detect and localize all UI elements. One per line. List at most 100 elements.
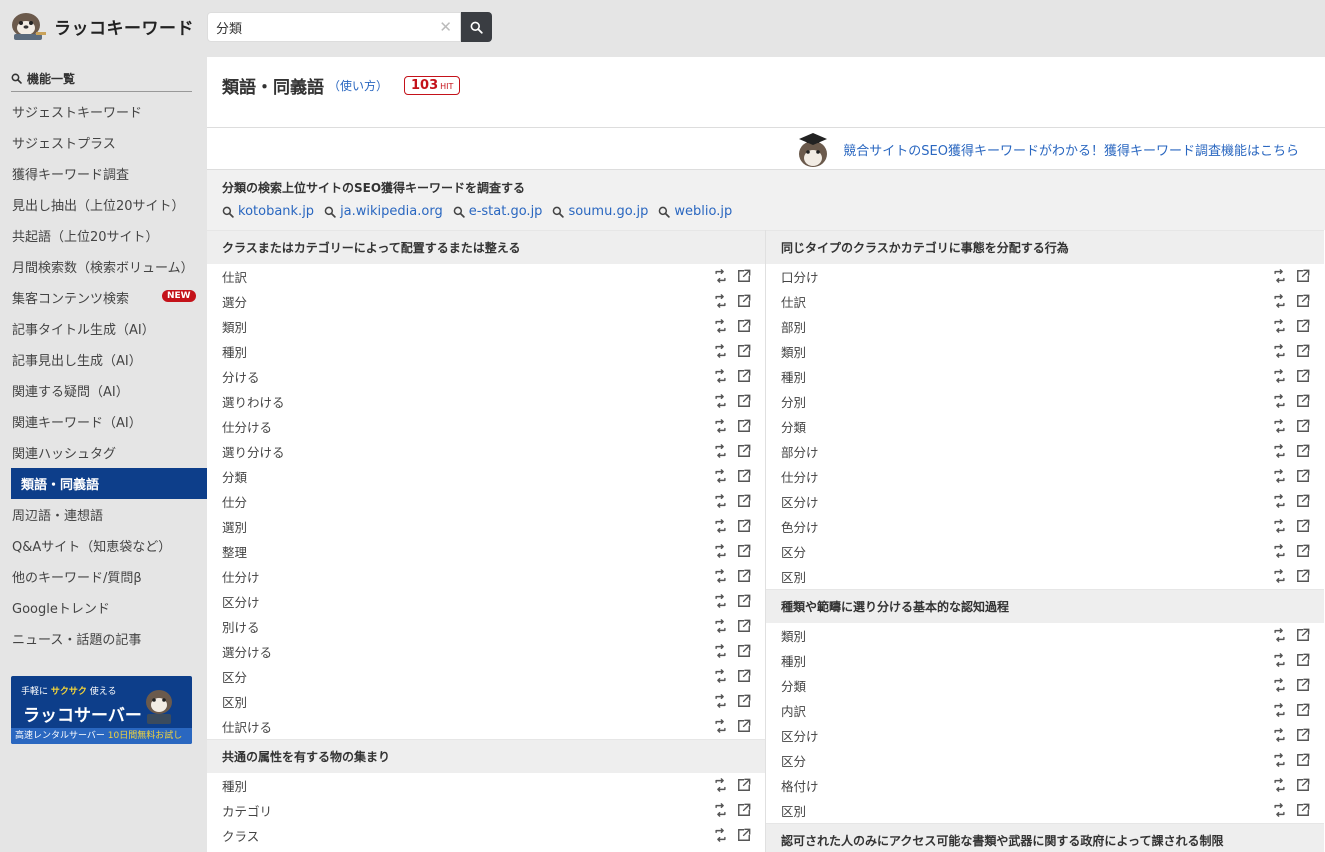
swap-icon[interactable] bbox=[1272, 294, 1287, 308]
external-link-icon[interactable] bbox=[1296, 269, 1310, 283]
sidebar-item[interactable]: 月間検索数（検索ボリューム） bbox=[0, 251, 207, 282]
sidebar-item[interactable]: Googleトレンド bbox=[0, 592, 207, 623]
swap-icon[interactable] bbox=[1272, 269, 1287, 283]
synonym-word[interactable]: 仕分ける bbox=[222, 417, 272, 436]
synonym-word[interactable]: 仕分け bbox=[781, 467, 819, 486]
sidebar-item[interactable]: 関連ハッシュタグ bbox=[0, 437, 207, 468]
synonym-word[interactable]: 類別 bbox=[781, 342, 806, 361]
synonym-word[interactable]: 類別 bbox=[781, 626, 806, 645]
external-link-icon[interactable] bbox=[737, 619, 751, 633]
swap-icon[interactable] bbox=[1272, 519, 1287, 533]
synonym-word[interactable]: 分類 bbox=[781, 417, 806, 436]
swap-icon[interactable] bbox=[1272, 369, 1287, 383]
sidebar-item[interactable]: 周辺語・連想語 bbox=[0, 499, 207, 530]
search-field[interactable]: ✕ bbox=[207, 12, 461, 42]
external-link-icon[interactable] bbox=[1296, 444, 1310, 458]
synonym-word[interactable]: 分ける bbox=[222, 367, 260, 386]
external-link-icon[interactable] bbox=[737, 419, 751, 433]
swap-icon[interactable] bbox=[713, 444, 728, 458]
external-link-icon[interactable] bbox=[1296, 653, 1310, 667]
synonym-word[interactable]: 区別 bbox=[222, 692, 247, 711]
site-logo[interactable]: ラッコキーワード bbox=[10, 10, 194, 42]
swap-icon[interactable] bbox=[713, 544, 728, 558]
external-link-icon[interactable] bbox=[737, 294, 751, 308]
external-link-icon[interactable] bbox=[737, 644, 751, 658]
synonym-word[interactable]: 区分け bbox=[222, 592, 260, 611]
swap-icon[interactable] bbox=[713, 269, 728, 283]
synonym-word[interactable]: 選別 bbox=[222, 517, 247, 536]
swap-icon[interactable] bbox=[713, 669, 728, 683]
synonym-word[interactable]: 色分け bbox=[781, 517, 819, 536]
seo-site-link[interactable]: kotobank.jp bbox=[222, 204, 314, 219]
synonym-word[interactable]: 類別 bbox=[222, 317, 247, 336]
synonym-word[interactable]: 選りわける bbox=[222, 392, 285, 411]
clear-icon[interactable]: ✕ bbox=[439, 18, 452, 36]
external-link-icon[interactable] bbox=[737, 469, 751, 483]
swap-icon[interactable] bbox=[713, 719, 728, 733]
synonym-word[interactable]: 区分 bbox=[222, 667, 247, 686]
swap-icon[interactable] bbox=[713, 344, 728, 358]
external-link-icon[interactable] bbox=[737, 494, 751, 508]
external-link-icon[interactable] bbox=[737, 369, 751, 383]
swap-icon[interactable] bbox=[713, 294, 728, 308]
synonym-word[interactable]: 仕分 bbox=[222, 492, 247, 511]
swap-icon[interactable] bbox=[1272, 344, 1287, 358]
swap-icon[interactable] bbox=[713, 569, 728, 583]
synonym-word[interactable]: 格付け bbox=[781, 776, 819, 795]
synonym-word[interactable]: 仕訳 bbox=[222, 267, 247, 286]
synonym-word[interactable]: 種別 bbox=[781, 367, 806, 386]
swap-icon[interactable] bbox=[713, 694, 728, 708]
synonym-word[interactable]: 種別 bbox=[222, 342, 247, 361]
sidebar-item[interactable]: 他のキーワード/質問β bbox=[0, 561, 207, 592]
synonym-word[interactable]: 分類 bbox=[781, 676, 806, 695]
search-button[interactable] bbox=[461, 12, 492, 42]
sidebar-item[interactable]: ニュース・話題の記事 bbox=[0, 623, 207, 654]
swap-icon[interactable] bbox=[713, 519, 728, 533]
external-link-icon[interactable] bbox=[1296, 703, 1310, 717]
swap-icon[interactable] bbox=[713, 494, 728, 508]
synonym-word[interactable]: 選分ける bbox=[222, 642, 272, 661]
external-link-icon[interactable] bbox=[737, 828, 751, 842]
synonym-word[interactable]: 区別 bbox=[781, 801, 806, 820]
swap-icon[interactable] bbox=[1272, 569, 1287, 583]
external-link-icon[interactable] bbox=[737, 694, 751, 708]
swap-icon[interactable] bbox=[1272, 803, 1287, 817]
synonym-word[interactable]: 種別 bbox=[781, 651, 806, 670]
external-link-icon[interactable] bbox=[1296, 494, 1310, 508]
external-link-icon[interactable] bbox=[737, 319, 751, 333]
external-link-icon[interactable] bbox=[737, 778, 751, 792]
swap-icon[interactable] bbox=[713, 619, 728, 633]
external-link-icon[interactable] bbox=[1296, 469, 1310, 483]
external-link-icon[interactable] bbox=[737, 569, 751, 583]
swap-icon[interactable] bbox=[1272, 728, 1287, 742]
synonym-word[interactable]: 別ける bbox=[222, 617, 260, 636]
swap-icon[interactable] bbox=[713, 803, 728, 817]
synonym-word[interactable]: 仕訳 bbox=[781, 292, 806, 311]
swap-icon[interactable] bbox=[1272, 444, 1287, 458]
swap-icon[interactable] bbox=[1272, 703, 1287, 717]
external-link-icon[interactable] bbox=[1296, 544, 1310, 558]
swap-icon[interactable] bbox=[713, 594, 728, 608]
swap-icon[interactable] bbox=[1272, 653, 1287, 667]
seo-site-link[interactable]: e-stat.go.jp bbox=[453, 204, 542, 219]
sidebar-item[interactable]: サジェストキーワード bbox=[0, 96, 207, 127]
sidebar-item[interactable]: 共起語（上位20サイト） bbox=[0, 220, 207, 251]
rakko-server-banner[interactable]: 手軽に サクサク 使える ラッコサーバー 高速レンタルサーバー 10日間無料お試… bbox=[11, 676, 192, 744]
swap-icon[interactable] bbox=[713, 644, 728, 658]
synonym-word[interactable]: 分類 bbox=[222, 467, 247, 486]
synonym-word[interactable]: 区別 bbox=[781, 567, 806, 586]
swap-icon[interactable] bbox=[1272, 544, 1287, 558]
swap-icon[interactable] bbox=[1272, 419, 1287, 433]
swap-icon[interactable] bbox=[713, 394, 728, 408]
synonym-word[interactable]: クラス bbox=[222, 826, 259, 845]
external-link-icon[interactable] bbox=[1296, 628, 1310, 642]
external-link-icon[interactable] bbox=[737, 394, 751, 408]
external-link-icon[interactable] bbox=[1296, 569, 1310, 583]
sidebar-item[interactable]: 見出し抽出（上位20サイト） bbox=[0, 189, 207, 220]
external-link-icon[interactable] bbox=[1296, 519, 1310, 533]
sidebar-item[interactable]: 獲得キーワード調査 bbox=[0, 158, 207, 189]
sidebar-item[interactable]: 類語・同義語 bbox=[11, 468, 207, 499]
external-link-icon[interactable] bbox=[737, 269, 751, 283]
external-link-icon[interactable] bbox=[1296, 419, 1310, 433]
sidebar-item[interactable]: 記事見出し生成（AI） bbox=[0, 344, 207, 375]
